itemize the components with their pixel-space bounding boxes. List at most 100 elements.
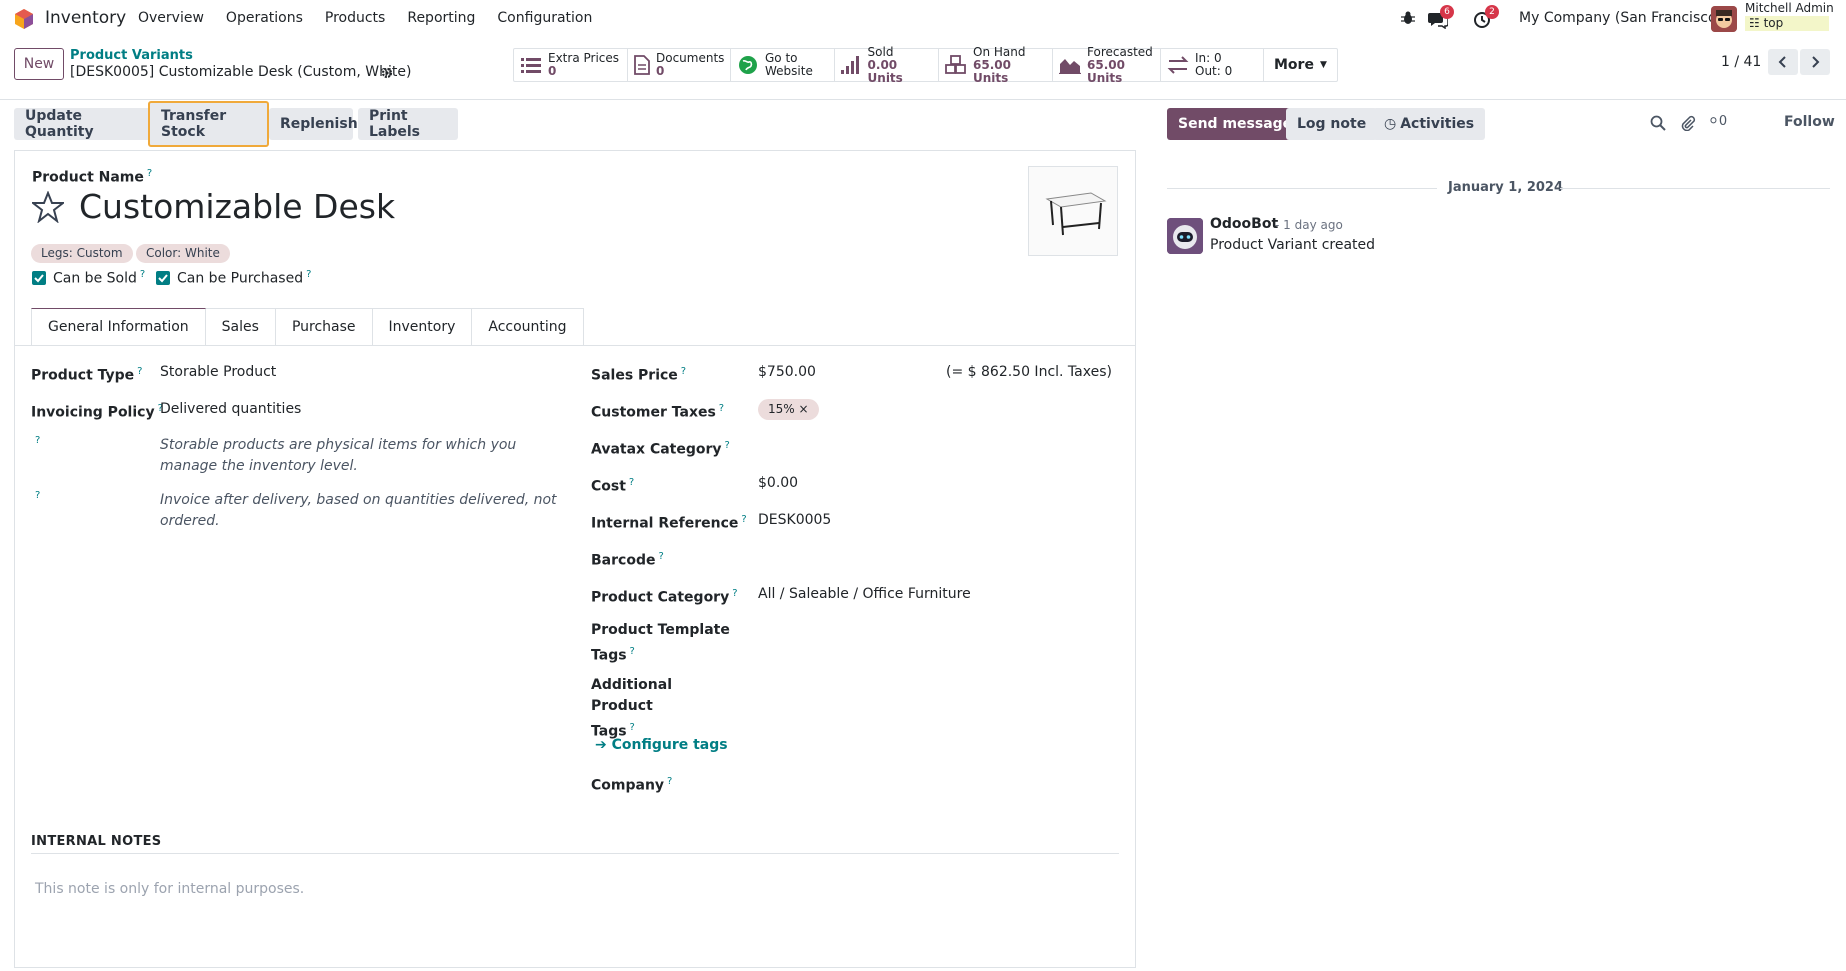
smart-button-forecasted[interactable]: Forecasted 65.00 Units (1053, 45, 1161, 84)
tab-purchase[interactable]: Purchase (275, 308, 373, 346)
attribute-tag-color: Color: White (136, 244, 230, 263)
menu-products[interactable]: Products (325, 10, 385, 26)
product-category-label-text: Product Category (591, 589, 730, 606)
breadcrumb-parent[interactable]: Product Variants (70, 48, 193, 63)
help-tooltip-icon[interactable]: ? (629, 477, 634, 488)
transfer-stock-button[interactable]: Transfer Stock (148, 101, 269, 147)
send-message-button[interactable]: Send message (1167, 108, 1304, 140)
can-be-purchased-label[interactable]: Can be Purchased? (177, 269, 311, 287)
additional-product-tags-label-line1: Additional Product (591, 677, 672, 714)
followers-button[interactable]: ⚪0 (1708, 114, 1727, 129)
message-author[interactable]: OdooBot (1210, 216, 1278, 232)
pager-previous-button[interactable] (1768, 49, 1798, 75)
user-avatar[interactable] (1711, 6, 1737, 32)
smart-button-sold[interactable]: Sold 0.00 Units (835, 45, 939, 84)
smart-button-on-hand[interactable]: On Hand 65.00 Units (939, 44, 1053, 84)
help-tooltip-icon[interactable]: ? (681, 366, 686, 377)
help-tooltip-icon[interactable]: ? (137, 366, 142, 377)
debug-bug-icon[interactable] (1400, 10, 1416, 26)
log-note-button[interactable]: Log note (1286, 108, 1378, 140)
activities-tray[interactable]: 2 (1473, 5, 1499, 29)
user-name[interactable]: Mitchell Admin (1745, 1, 1834, 16)
caret-down-icon: ▼ (1319, 60, 1327, 70)
menu-reporting[interactable]: Reporting (407, 10, 475, 26)
arrow-right-icon: ➔ (595, 737, 607, 753)
pager-next-button[interactable] (1800, 49, 1830, 75)
smart-button-documents[interactable]: Documents 0 (628, 49, 731, 81)
cost-label: Cost? (591, 472, 634, 498)
tab-accounting[interactable]: Accounting (472, 308, 584, 346)
tab-inventory[interactable]: Inventory (372, 308, 473, 346)
help-tooltip-icon[interactable]: ? (719, 403, 724, 414)
smart-button-extra-prices[interactable]: Extra Prices 0 (514, 49, 628, 81)
chevron-right-icon (1812, 56, 1820, 68)
help-tooltip-icon[interactable]: ? (147, 168, 152, 179)
help-tooltip-icon[interactable]: ? (732, 588, 737, 599)
internal-reference-label: Internal Reference? (591, 509, 747, 535)
help-tooltip-icon[interactable]: ? (630, 722, 635, 733)
app-name[interactable]: Inventory (45, 8, 126, 28)
help-tooltip-icon[interactable]: ? (741, 514, 746, 525)
print-labels-button[interactable]: Print Labels (358, 108, 458, 140)
smart-button-in-out[interactable]: In: 0 Out: 0 (1161, 49, 1264, 81)
clock-small-icon: ◷ (1384, 116, 1397, 132)
cubes-icon (945, 54, 967, 76)
smart-button-go-to-website[interactable]: Go to Website (731, 49, 835, 81)
can-be-sold-label[interactable]: Can be Sold? (53, 269, 145, 287)
can-be-purchased-checkbox[interactable] (156, 271, 170, 285)
gear-icon[interactable] (381, 67, 393, 79)
help-tooltip-icon[interactable]: ? (35, 490, 40, 501)
documents-label: Documents (656, 51, 725, 65)
help-tooltip-icon[interactable]: ? (306, 269, 311, 280)
new-button[interactable]: New (14, 48, 64, 80)
messages-tray[interactable]: 6 (1428, 5, 1454, 29)
odoobot-avatar[interactable] (1167, 218, 1203, 254)
more-label: More (1274, 57, 1314, 73)
product-image[interactable] (1028, 166, 1118, 256)
help-tooltip-icon[interactable]: ? (667, 776, 672, 787)
sales-price-field[interactable]: $750.00 (758, 362, 816, 383)
menu-configuration[interactable]: Configuration (497, 10, 592, 26)
help-tooltip-icon[interactable]: ? (35, 435, 40, 446)
top-navbar: Inventory Overview Operations Products R… (0, 0, 1846, 38)
tab-general-information[interactable]: General Information (31, 308, 206, 346)
date-separator-right (1560, 188, 1830, 189)
remove-tag-icon[interactable]: × (799, 402, 809, 416)
company-switcher[interactable]: My Company (San Francisco) (1519, 10, 1722, 26)
help-tooltip-icon[interactable]: ? (140, 269, 145, 280)
more-dropdown[interactable]: More ▼ (1264, 49, 1337, 81)
can-be-sold-checkbox[interactable] (32, 271, 46, 285)
help-tooltip-icon[interactable]: ? (630, 646, 635, 657)
help-tooltip-icon[interactable]: ? (725, 440, 730, 451)
invoicing-policy-label-text: Invoicing Policy (31, 404, 155, 421)
follow-button[interactable]: Follow (1784, 114, 1835, 130)
menu-overview[interactable]: Overview (138, 10, 204, 26)
invoicing-policy-field[interactable]: Delivered quantities (160, 399, 301, 420)
main-menu: Overview Operations Products Reporting C… (138, 10, 614, 26)
paperclip-icon[interactable] (1680, 115, 1696, 131)
tab-sales[interactable]: Sales (205, 308, 276, 346)
update-quantity-button[interactable]: Update Quantity (14, 108, 159, 140)
messages-badge: 6 (1440, 5, 1454, 19)
activities-button[interactable]: ◷ Activities (1373, 108, 1486, 140)
inventory-app-icon[interactable] (14, 8, 34, 30)
search-icon[interactable] (1650, 115, 1666, 131)
favorite-star-icon[interactable] (32, 191, 64, 223)
menu-operations[interactable]: Operations (226, 10, 303, 26)
replenish-button[interactable]: Replenish (269, 108, 358, 140)
internal-reference-field[interactable]: DESK0005 (758, 510, 831, 531)
customer-tax-tag[interactable]: 15% × (758, 399, 819, 420)
avatax-category-label-text: Avatax Category (591, 441, 722, 458)
pager-value[interactable]: 1 / 41 (1721, 54, 1761, 70)
product-type-field[interactable]: Storable Product (160, 362, 276, 383)
cost-field[interactable]: $0.00 (758, 473, 798, 494)
internal-notes-input[interactable]: This note is only for internal purposes. (35, 881, 304, 897)
on-hand-label: On Hand (973, 44, 1026, 59)
product-name-input[interactable]: Customizable Desk (79, 187, 395, 226)
product-category-label: Product Category? (591, 583, 738, 609)
product-category-field[interactable]: All / Saleable / Office Furniture (758, 584, 971, 605)
can-be-sold-text: Can be Sold (53, 270, 137, 287)
help-tooltip-icon[interactable]: ? (658, 551, 663, 562)
date-separator-left (1167, 188, 1437, 189)
configure-tags-link[interactable]: ➔ Configure tags (595, 737, 728, 753)
